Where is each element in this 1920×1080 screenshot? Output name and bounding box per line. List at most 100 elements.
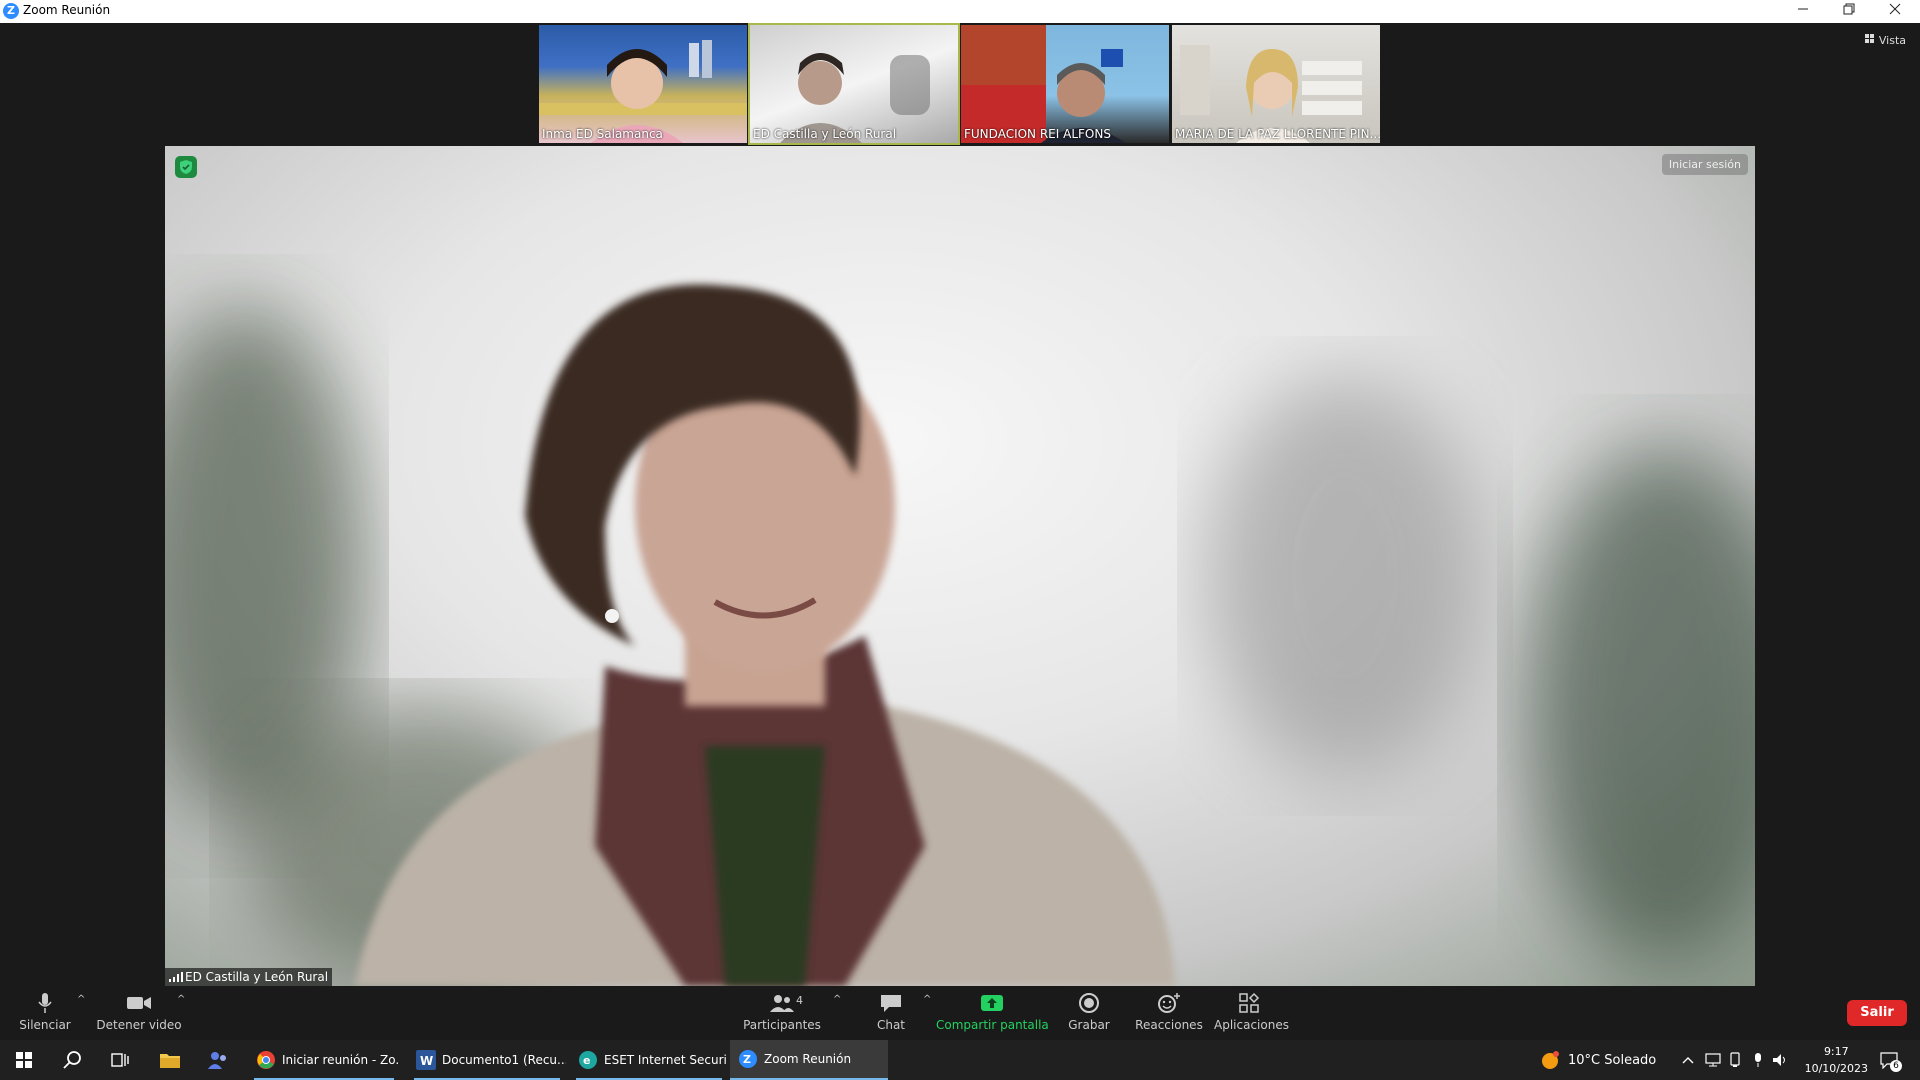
taskbar-app-label: ESET Internet Securi... xyxy=(604,1053,728,1067)
taskbar-app-word[interactable]: W Documento1 (Recu... xyxy=(408,1040,566,1080)
taskbar-app-label: Iniciar reunión - Zo... xyxy=(282,1053,400,1067)
microphone-icon xyxy=(38,993,52,1013)
speaker-icon xyxy=(1773,1054,1785,1066)
task-view-icon xyxy=(111,1053,129,1067)
participants-label: Participantes xyxy=(743,1018,821,1032)
reactions-label: Reacciones xyxy=(1135,1018,1203,1032)
word-icon: W xyxy=(416,1050,436,1070)
apps-button[interactable]: Aplicaciones xyxy=(1214,986,1289,1040)
tray-chevron[interactable] xyxy=(1682,1040,1694,1080)
search-button[interactable] xyxy=(48,1040,96,1080)
participants-icon xyxy=(770,995,794,1012)
file-explorer-button[interactable] xyxy=(146,1040,194,1080)
start-button[interactable] xyxy=(0,1040,48,1080)
restore-button[interactable] xyxy=(1826,0,1872,23)
share-screen-button[interactable]: Compartir pantalla xyxy=(936,986,1049,1040)
svg-text:Z: Z xyxy=(743,1053,751,1066)
speaker-name-label: ED Castilla y León Rural xyxy=(165,968,333,986)
zoom-logo-icon: Z xyxy=(3,3,19,19)
task-view-button[interactable] xyxy=(96,1040,144,1080)
record-label: Grabar xyxy=(1068,1018,1110,1032)
microphone-icon xyxy=(1755,1053,1761,1067)
taskbar-app-eset[interactable]: e ESET Internet Securi... xyxy=(570,1040,728,1080)
chevron-up-icon: ^ xyxy=(923,994,932,1005)
device-tray-icon[interactable] xyxy=(1728,1040,1742,1080)
apps-label: Aplicaciones xyxy=(1214,1018,1289,1032)
participant-strip xyxy=(0,23,1920,145)
volume-tray-icon[interactable] xyxy=(1772,1040,1788,1080)
record-button[interactable]: Grabar xyxy=(1064,986,1114,1040)
restore-icon xyxy=(1843,3,1855,15)
taskbar-app-chrome[interactable]: Iniciar reunión - Zo... xyxy=(248,1040,400,1080)
participant-tile[interactable]: Inma ED Salamanca xyxy=(539,25,747,143)
speaker-video-frame xyxy=(165,284,1755,986)
chat-label: Chat xyxy=(876,1018,906,1032)
video-options-button[interactable]: ^ xyxy=(170,986,186,1040)
reactions-icon xyxy=(1158,993,1180,1013)
weather-widget[interactable]: 10°C Soleado xyxy=(1540,1040,1656,1080)
security-shield-icon[interactable] xyxy=(175,156,197,178)
chat-button[interactable]: Chat xyxy=(866,986,916,1040)
participant-video xyxy=(539,40,747,143)
sun-icon xyxy=(1542,1051,1559,1069)
participant-tile[interactable]: FUNDACION REI ALFONS xyxy=(961,25,1169,143)
chevron-up-icon: ^ xyxy=(833,994,842,1005)
participant-name: FUNDACION REI ALFONS xyxy=(964,127,1111,141)
main-speaker-video: Iniciar sesión ED Castilla y León Rural xyxy=(165,146,1755,986)
share-screen-icon xyxy=(981,995,1003,1011)
participants-button[interactable]: 4 Participantes xyxy=(742,986,822,1040)
share-screen-label: Compartir pantalla xyxy=(936,1018,1049,1032)
speaker-name: ED Castilla y León Rural xyxy=(185,970,329,984)
teams-button[interactable] xyxy=(194,1040,242,1080)
system-clock[interactable]: 9:17 10/10/2023 xyxy=(1805,1043,1868,1077)
folder-icon xyxy=(160,1054,180,1068)
mute-label: Silenciar xyxy=(19,1018,71,1032)
clock-time: 9:17 xyxy=(1823,1045,1849,1058)
participants-count: 4 xyxy=(796,994,803,1007)
microphone-tray-icon[interactable] xyxy=(1752,1040,1764,1080)
network-icon xyxy=(1705,1053,1721,1067)
view-label: Vista xyxy=(1878,34,1906,47)
chevron-up-icon: ^ xyxy=(177,994,186,1005)
mute-button[interactable]: Silenciar xyxy=(12,986,78,1040)
reactions-button[interactable]: Reacciones xyxy=(1134,986,1204,1040)
participant-video xyxy=(1180,45,1362,143)
network-tray-icon[interactable] xyxy=(1704,1040,1722,1080)
windows-taskbar: Iniciar reunión - Zo... W Documento1 (Re… xyxy=(0,1040,1920,1080)
search-icon xyxy=(63,1051,81,1069)
view-button[interactable]: Vista xyxy=(1865,34,1906,47)
apps-icon xyxy=(1239,992,1260,1013)
taskbar-app-label: Zoom Reunión xyxy=(764,1052,852,1066)
login-button[interactable]: Iniciar sesión xyxy=(1661,154,1748,175)
participants-options-button[interactable]: ^ xyxy=(826,986,842,1040)
participant-tile[interactable]: ED Castilla y León Rural xyxy=(748,23,960,145)
grid-view-icon xyxy=(1865,34,1875,43)
chevron-up-icon: ^ xyxy=(77,994,86,1005)
participant-name: MARIA DE LA PAZ LLORENTE PIN... xyxy=(1175,127,1380,141)
window-title: Zoom Reunión xyxy=(23,3,111,17)
notifications-button[interactable]: 6 xyxy=(1880,1040,1902,1080)
eset-icon: e xyxy=(579,1051,597,1069)
participant-name: Inma ED Salamanca xyxy=(542,127,663,141)
taskbar-app-zoom[interactable]: Z Zoom Reunión xyxy=(730,1040,888,1080)
participant-video xyxy=(961,25,1126,143)
leave-meeting-button[interactable]: Salir xyxy=(1847,1000,1907,1026)
close-window-button[interactable] xyxy=(1872,0,1918,23)
chat-options-button[interactable]: ^ xyxy=(916,986,932,1040)
svg-text:e: e xyxy=(583,1054,590,1067)
zoom-icon: Z xyxy=(739,1050,757,1068)
title-bar: Z Zoom Reunión xyxy=(0,0,1920,23)
audio-options-button[interactable]: ^ xyxy=(70,986,86,1040)
usb-device-icon xyxy=(1730,1052,1740,1067)
minimize-button[interactable] xyxy=(1780,0,1826,23)
participant-tile[interactable]: MARIA DE LA PAZ LLORENTE PIN... xyxy=(1172,25,1380,143)
minimize-icon xyxy=(1798,8,1808,10)
people-icon xyxy=(208,1052,226,1069)
clock-date: 10/10/2023 xyxy=(1804,1062,1868,1075)
windows-icon xyxy=(16,1052,32,1068)
video-camera-icon xyxy=(127,997,151,1009)
taskbar-app-label: Documento1 (Recu... xyxy=(442,1053,566,1067)
weather-text: 10°C Soleado xyxy=(1568,1052,1657,1068)
chrome-icon xyxy=(257,1051,275,1069)
signal-strength-icon xyxy=(169,972,183,982)
